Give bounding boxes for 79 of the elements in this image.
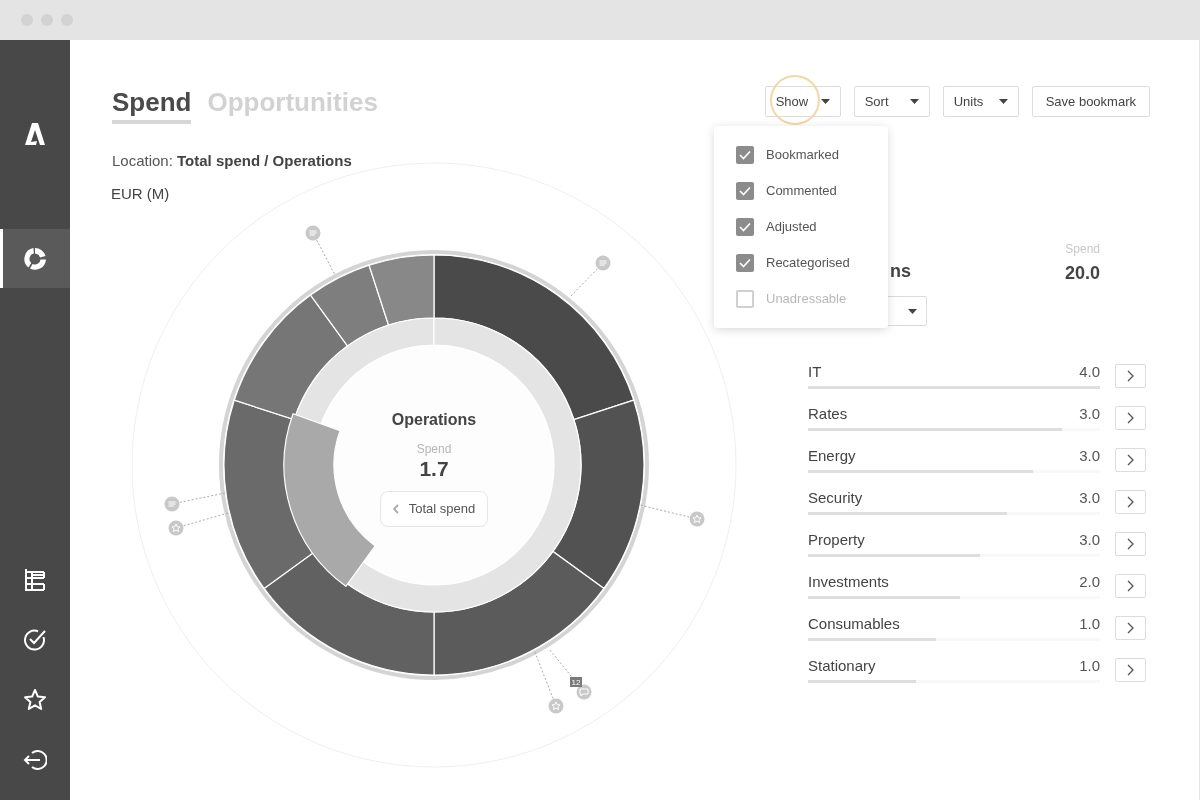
tab[interactable]: Spend — [112, 86, 192, 124]
category-label: Consumables — [808, 614, 900, 635]
chevron-right-icon — [1127, 495, 1134, 508]
donut-chart-icon — [23, 246, 47, 271]
location-text: Location: Total spend / Operations — [112, 151, 352, 171]
breakdown-title: ns — [890, 260, 911, 283]
caret-icon — [908, 308, 917, 314]
category-label: Energy — [808, 446, 856, 467]
chevron-right-icon — [1127, 663, 1134, 676]
category-label: Rates — [808, 404, 848, 425]
check-icon — [739, 258, 751, 268]
dropdown-button[interactable]: Show — [764, 86, 841, 117]
drill-down-button[interactable] — [1115, 615, 1146, 640]
category-label: Stationary — [808, 656, 876, 677]
category-label: Investments — [808, 572, 889, 593]
checkbox[interactable] — [736, 218, 754, 236]
checkbox[interactable] — [736, 254, 754, 272]
drill-down-button[interactable] — [1115, 657, 1146, 682]
checkbox-label: Recategorised — [766, 254, 850, 273]
checkbox[interactable] — [736, 182, 754, 200]
metric-value: 1.7 — [419, 458, 449, 480]
drill-down-button[interactable] — [1115, 573, 1146, 598]
star-marker-icon[interactable] — [168, 520, 184, 536]
dropdown-button[interactable]: Sort — [853, 86, 930, 117]
checkbox-label: Unadressable — [766, 290, 847, 309]
metric-value: 20.0 — [1064, 262, 1100, 285]
back-button[interactable]: Total spend — [379, 491, 489, 527]
drill-down-button[interactable] — [1115, 531, 1146, 556]
drill-down-button[interactable] — [1115, 363, 1146, 388]
caret-icon — [909, 99, 919, 104]
category-label: IT — [808, 362, 822, 383]
chevron-right-icon — [1127, 579, 1134, 592]
category-value: 3.0 — [1079, 446, 1100, 466]
checkbox-label: Adjusted — [766, 218, 817, 237]
star-icon — [23, 688, 47, 712]
count-badge: 12 — [570, 677, 582, 687]
comment-marker-icon[interactable] — [164, 496, 180, 512]
category-value: 3.0 — [1079, 530, 1100, 550]
drill-down-button[interactable] — [1115, 405, 1146, 430]
category-value: 1.0 — [1079, 614, 1100, 634]
check-circle-icon — [23, 628, 47, 652]
checkbox-label: Commented — [766, 182, 837, 201]
star-marker-icon[interactable] — [548, 698, 564, 714]
comment-marker-icon[interactable] — [305, 225, 321, 241]
drill-down-button[interactable] — [1115, 447, 1146, 472]
checkbox[interactable] — [736, 290, 754, 308]
units-label: EUR (M) — [111, 183, 170, 204]
speech-bubble-icon[interactable] — [576, 684, 592, 700]
check-icon — [739, 186, 751, 196]
caret-icon — [820, 99, 830, 104]
checkbox-label: Bookmarked — [766, 146, 839, 165]
caret-icon — [998, 99, 1008, 104]
chevron-right-icon — [1127, 411, 1134, 424]
star-marker-icon[interactable] — [689, 511, 705, 527]
dropdown-button[interactable]: Units — [942, 86, 1019, 117]
chevron-right-icon — [1127, 537, 1134, 550]
save-bookmark-button[interactable]: Save bookmark — [1031, 86, 1150, 117]
category-value: 3.0 — [1079, 404, 1100, 424]
category-label: Security — [808, 488, 863, 509]
comment-marker-icon[interactable] — [595, 255, 611, 271]
drill-down-button[interactable] — [1115, 489, 1146, 514]
category-value: 4.0 — [1079, 362, 1100, 382]
sidebar-item[interactable] — [0, 229, 70, 288]
check-icon — [739, 222, 751, 232]
category-value: 3.0 — [1079, 488, 1100, 508]
category-value: 1.0 — [1079, 656, 1100, 676]
chevron-left-icon — [392, 504, 399, 514]
logout-icon — [23, 749, 47, 771]
category-label: Property — [808, 530, 865, 551]
category-value: 2.0 — [1079, 572, 1100, 592]
metric-label: Spend — [416, 441, 452, 458]
chevron-right-icon — [1127, 621, 1134, 634]
center-title: Operations — [391, 410, 477, 430]
logo-icon — [24, 121, 46, 146]
hierarchy-icon — [24, 568, 46, 592]
checkbox[interactable] — [736, 146, 754, 164]
chevron-right-icon — [1127, 453, 1134, 466]
check-icon — [739, 150, 751, 160]
chevron-right-icon — [1127, 369, 1134, 382]
